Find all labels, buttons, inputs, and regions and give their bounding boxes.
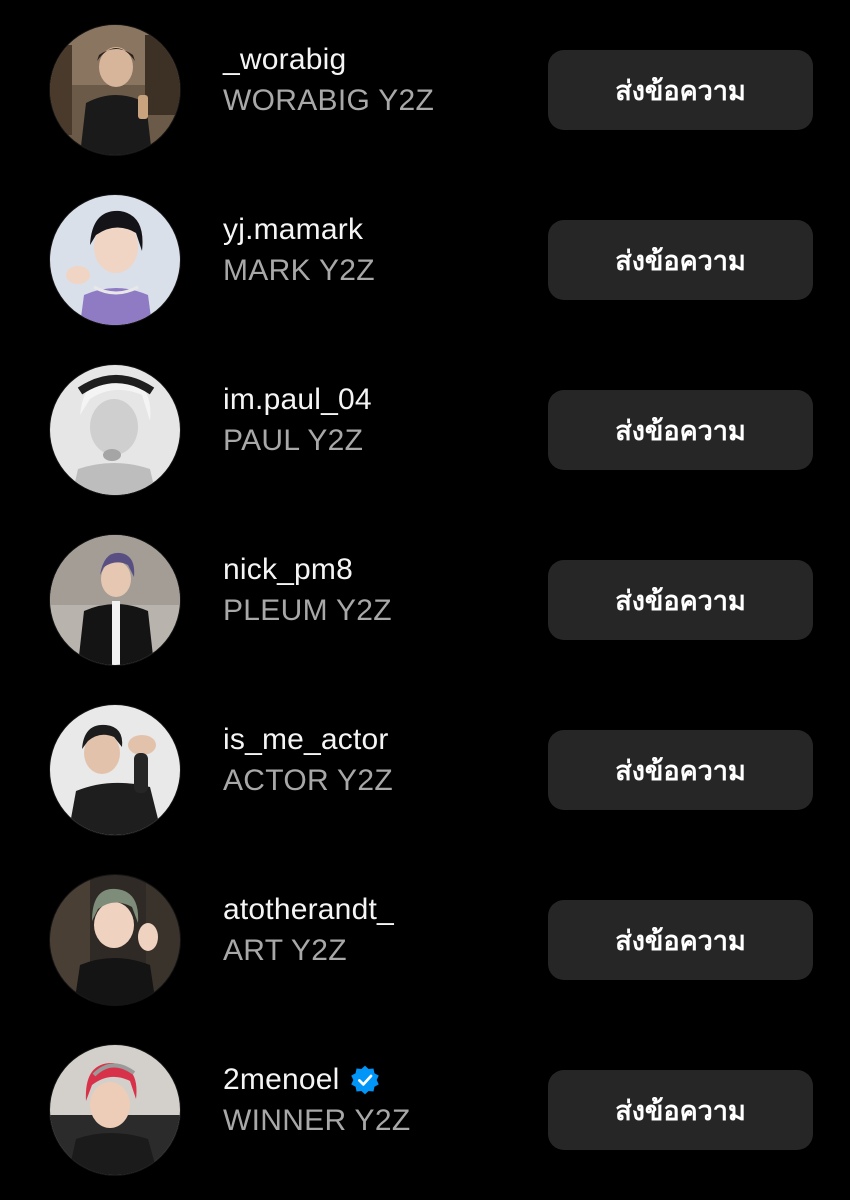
avatar[interactable] <box>50 365 180 495</box>
send-message-button[interactable]: ส่งข้อความ <box>548 900 813 980</box>
list-item[interactable]: _worabig WORABIG Y2Z ส่งข้อความ <box>0 20 850 160</box>
full-name: PAUL Y2Z <box>223 424 364 457</box>
account-names: yj.mamark MARK Y2Z <box>223 212 523 290</box>
username-text: im.paul_04 <box>223 383 372 416</box>
username-text: is_me_actor <box>223 723 389 756</box>
send-message-button[interactable]: ส่งข้อความ <box>548 560 813 640</box>
account-names: 2menoel WINNER Y2Z <box>223 1062 523 1140</box>
list-item[interactable]: 2menoel WINNER Y2Z ส่งข้อความ <box>0 1040 850 1180</box>
avatar[interactable] <box>50 535 180 665</box>
avatar[interactable] <box>50 875 180 1005</box>
avatar[interactable] <box>50 195 180 325</box>
list-item[interactable]: is_me_actor ACTOR Y2Z ส่งข้อความ <box>0 700 850 840</box>
list-item[interactable]: im.paul_04 PAUL Y2Z ส่งข้อความ <box>0 360 850 500</box>
account-names: atotherandt_ ART Y2Z <box>223 892 523 970</box>
avatar[interactable] <box>50 1045 180 1175</box>
profile-photo-icon <box>50 705 180 835</box>
send-message-button[interactable]: ส่งข้อความ <box>548 50 813 130</box>
account-names: nick_pm8 PLEUM Y2Z <box>223 552 523 630</box>
account-names: im.paul_04 PAUL Y2Z <box>223 382 523 460</box>
username-text: atotherandt_ <box>223 893 394 926</box>
list-item[interactable]: nick_pm8 PLEUM Y2Z ส่งข้อความ <box>0 530 850 670</box>
profile-photo-icon <box>50 1045 180 1175</box>
send-message-button[interactable]: ส่งข้อความ <box>548 1070 813 1150</box>
username[interactable]: atotherandt_ <box>223 892 523 928</box>
username[interactable]: yj.mamark <box>223 212 523 248</box>
username[interactable]: _worabig <box>223 42 523 78</box>
send-message-button[interactable]: ส่งข้อความ <box>548 220 813 300</box>
username-text: _worabig <box>223 43 347 76</box>
full-name: PLEUM Y2Z <box>223 594 392 627</box>
send-message-button[interactable]: ส่งข้อความ <box>548 390 813 470</box>
profile-photo-icon <box>50 365 180 495</box>
full-name: ACTOR Y2Z <box>223 764 393 797</box>
username-text: yj.mamark <box>223 213 364 246</box>
profile-photo-icon <box>50 535 180 665</box>
username-text: 2menoel <box>223 1063 340 1096</box>
send-message-button[interactable]: ส่งข้อความ <box>548 730 813 810</box>
full-name: WINNER Y2Z <box>223 1104 411 1137</box>
avatar[interactable] <box>50 25 180 155</box>
list-item[interactable]: atotherandt_ ART Y2Z ส่งข้อความ <box>0 870 850 1010</box>
list-item[interactable]: yj.mamark MARK Y2Z ส่งข้อความ <box>0 190 850 330</box>
avatar[interactable] <box>50 705 180 835</box>
username[interactable]: im.paul_04 <box>223 382 523 418</box>
verified-badge-icon <box>351 1065 380 1095</box>
profile-photo-icon <box>50 875 180 1005</box>
username[interactable]: nick_pm8 <box>223 552 523 588</box>
full-name: ART Y2Z <box>223 934 347 967</box>
username[interactable]: 2menoel <box>223 1062 523 1098</box>
profile-photo-icon <box>50 25 180 155</box>
profile-photo-icon <box>50 195 180 325</box>
account-names: is_me_actor ACTOR Y2Z <box>223 722 523 800</box>
full-name: WORABIG Y2Z <box>223 84 435 117</box>
username-text: nick_pm8 <box>223 553 353 586</box>
full-name: MARK Y2Z <box>223 254 375 287</box>
username[interactable]: is_me_actor <box>223 722 523 758</box>
account-names: _worabig WORABIG Y2Z <box>223 42 523 120</box>
